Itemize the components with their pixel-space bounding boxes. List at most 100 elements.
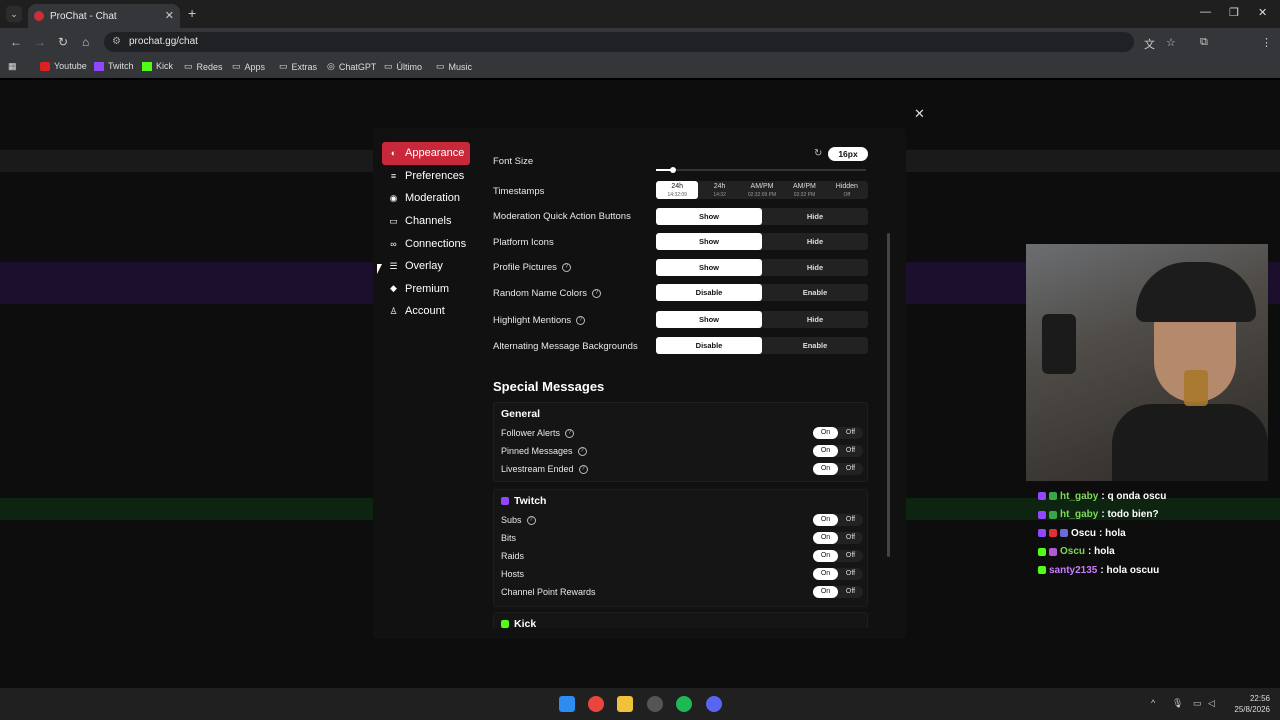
- on-off-toggle[interactable]: On Off: [813, 427, 863, 439]
- off-option[interactable]: Off: [838, 514, 863, 526]
- on-off-toggle[interactable]: On Off: [813, 463, 863, 475]
- bookmark-folder-redes[interactable]: ▭ Redes: [184, 61, 223, 72]
- file-explorer-icon[interactable]: [617, 696, 633, 712]
- browser-tab[interactable]: ProChat - Chat ✕: [28, 4, 180, 28]
- off-option[interactable]: Off: [838, 445, 863, 457]
- on-off-toggle[interactable]: On Off: [813, 550, 863, 562]
- nav-appearance[interactable]: ◐ Appearance: [382, 142, 470, 165]
- on-option[interactable]: On: [813, 550, 838, 562]
- help-icon[interactable]: ?: [577, 446, 587, 456]
- network-icon[interactable]: ▭: [1193, 698, 1202, 709]
- bookmark-folder-music[interactable]: ▭ Music: [436, 61, 472, 72]
- on-option[interactable]: On: [813, 532, 838, 544]
- mic-tray-icon[interactable]: 🎙: [1172, 698, 1183, 709]
- option-button[interactable]: Hide: [762, 233, 868, 250]
- on-option[interactable]: On: [813, 445, 838, 457]
- option-button[interactable]: Enable: [762, 284, 868, 301]
- help-icon[interactable]: ?: [526, 515, 536, 525]
- on-option[interactable]: On: [813, 427, 838, 439]
- nav-connections[interactable]: ∞ Connections: [382, 232, 470, 255]
- clock[interactable]: 22:56 25/8/2026: [1234, 693, 1270, 715]
- option-button[interactable]: Hide: [762, 208, 868, 225]
- option-button[interactable]: Show: [656, 233, 762, 250]
- nav-channels[interactable]: ▭ Channels: [382, 210, 470, 233]
- bookmark-star-icon[interactable]: ☆: [1166, 36, 1176, 49]
- ts-option[interactable]: AM/PM 02:32:09 PM: [741, 181, 783, 199]
- tray-chevron-icon[interactable]: ^: [1151, 698, 1155, 708]
- on-off-toggle[interactable]: On Off: [813, 445, 863, 457]
- on-off-toggle[interactable]: On Off: [813, 514, 863, 526]
- minimize-button[interactable]: —: [1200, 6, 1211, 18]
- nav-account[interactable]: ♙ Account: [382, 300, 470, 323]
- ts-main: AM/PM: [750, 183, 774, 190]
- option-button[interactable]: Show: [656, 259, 762, 276]
- nav-moderation[interactable]: ◉ Moderation: [382, 187, 470, 210]
- bookmark-kick[interactable]: Kick: [142, 61, 173, 71]
- restore-button[interactable]: ❐: [1229, 6, 1239, 19]
- bookmark-twitch[interactable]: Twitch: [94, 61, 134, 71]
- extensions-icon[interactable]: ⧉: [1200, 36, 1208, 49]
- option-button[interactable]: Show: [656, 208, 762, 225]
- back-icon[interactable]: ←: [10, 35, 22, 49]
- off-option[interactable]: Off: [838, 532, 863, 544]
- option-button[interactable]: Enable: [762, 337, 868, 354]
- on-option[interactable]: On: [813, 514, 838, 526]
- bookmark-youtube[interactable]: Youtube: [40, 61, 87, 71]
- option-button[interactable]: Hide: [762, 311, 868, 328]
- bookmark-chatgpt[interactable]: ◎ ChatGPT: [327, 61, 376, 72]
- off-option[interactable]: Off: [838, 586, 863, 598]
- option-button[interactable]: Disable: [656, 284, 762, 301]
- help-icon[interactable]: ?: [578, 464, 588, 474]
- spotify-icon[interactable]: [676, 696, 692, 712]
- translate-icon[interactable]: 文: [1144, 36, 1155, 52]
- forward-icon[interactable]: →: [34, 35, 46, 49]
- home-icon[interactable]: ⌂: [82, 35, 89, 49]
- on-off-toggle[interactable]: On Off: [813, 568, 863, 580]
- slider-knob[interactable]: [670, 167, 676, 173]
- chrome-icon[interactable]: [588, 696, 604, 712]
- on-option[interactable]: On: [813, 568, 838, 580]
- on-option[interactable]: On: [813, 586, 838, 598]
- nav-premium[interactable]: ◆ Premium: [382, 278, 470, 301]
- font-size-slider[interactable]: [656, 167, 866, 173]
- off-option[interactable]: Off: [838, 427, 863, 439]
- site-info-icon[interactable]: ⚙: [112, 32, 121, 52]
- help-icon[interactable]: ?: [565, 428, 575, 438]
- on-option[interactable]: On: [813, 463, 838, 475]
- bookmark-folder-ultimo[interactable]: ▭ Último: [384, 61, 422, 72]
- volume-icon[interactable]: ◁: [1208, 698, 1215, 709]
- option-button[interactable]: Hide: [762, 259, 868, 276]
- new-tab-button[interactable]: +: [188, 5, 196, 21]
- off-option[interactable]: Off: [838, 568, 863, 580]
- menu-dots-icon[interactable]: ⋮: [1261, 36, 1272, 49]
- ts-option[interactable]: 24h 14:32: [698, 181, 740, 199]
- option-button[interactable]: Show: [656, 311, 762, 328]
- bookmark-folder-apps[interactable]: ▭ Apps: [232, 61, 265, 72]
- ts-option[interactable]: Hidden Off: [826, 181, 868, 199]
- nav-preferences[interactable]: ≡ Preferences: [382, 165, 470, 188]
- close-settings-icon[interactable]: ✕: [914, 106, 925, 122]
- ts-option[interactable]: 24h 14:32:09: [656, 181, 699, 199]
- off-option[interactable]: Off: [838, 550, 863, 562]
- windows-start-icon[interactable]: [559, 696, 575, 712]
- close-window-button[interactable]: ✕: [1258, 6, 1267, 19]
- close-tab-icon[interactable]: ✕: [165, 9, 174, 22]
- on-off-toggle[interactable]: On Off: [813, 586, 863, 598]
- off-option[interactable]: Off: [838, 463, 863, 475]
- reset-icon[interactable]: ↻: [814, 148, 822, 159]
- help-icon[interactable]: ?: [561, 262, 571, 272]
- tab-search-button[interactable]: ⌄: [6, 6, 22, 22]
- on-off-toggle[interactable]: On Off: [813, 532, 863, 544]
- discord-icon[interactable]: [706, 696, 722, 712]
- nav-overlay[interactable]: ☰ Overlay: [382, 255, 470, 278]
- obs-icon[interactable]: [647, 696, 663, 712]
- help-icon[interactable]: ?: [591, 288, 601, 298]
- url-field[interactable]: ⚙ prochat.gg/chat: [104, 32, 1134, 52]
- settings-scrollbar[interactable]: [887, 233, 890, 557]
- option-button[interactable]: Disable: [656, 337, 762, 354]
- bookmark-folder-extras[interactable]: ▭ Extras: [279, 61, 317, 72]
- ts-option[interactable]: AM/PM 02:32 PM: [783, 181, 825, 199]
- reload-icon[interactable]: ↻: [58, 35, 68, 49]
- apps-grid-icon[interactable]: ▦: [8, 61, 17, 72]
- help-icon[interactable]: ?: [576, 315, 586, 325]
